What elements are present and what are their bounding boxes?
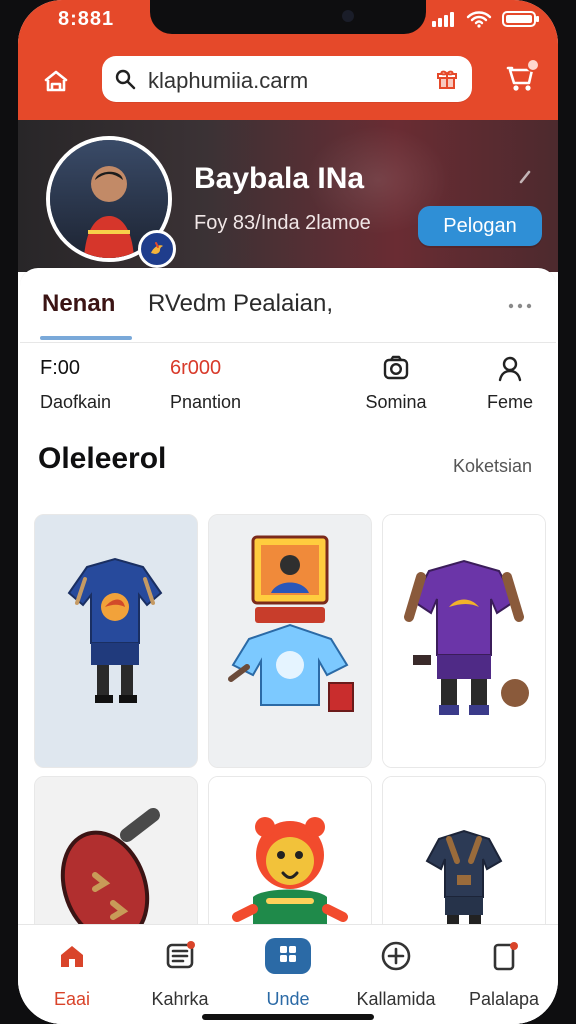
bottom-navigation: Eaai Kahrka Unde Kallamida Palalapa: [18, 924, 558, 1024]
product-tile[interactable]: [208, 514, 372, 768]
stat-value: 6r000: [170, 357, 222, 379]
profile-subtitle: Foy 83/Inda 2lamoe: [194, 212, 371, 234]
stats-row: F:00 Daofkain 6r000 Pnantion Somina Feme: [20, 350, 556, 430]
nav-item-bookmark[interactable]: Palalapa: [450, 935, 558, 1013]
tabs: Nenan RVedm Pealaian,: [20, 268, 556, 343]
content-card: Nenan RVedm Pealaian, F:00 Daofkain 6r00…: [20, 268, 556, 1024]
section-link[interactable]: Koketsian: [453, 456, 532, 477]
notification-dot: [526, 58, 540, 72]
cellular-signal-icon: [430, 10, 456, 33]
system-icons: [430, 10, 540, 33]
wifi-icon: [466, 10, 492, 33]
nav-item-grid[interactable]: Unde: [234, 935, 342, 1013]
nav-item-plus[interactable]: Kallamida: [342, 935, 450, 1013]
nav-label: Kahrka: [151, 989, 209, 1009]
nav-label: Palalapa: [468, 989, 540, 1009]
user-icon: [440, 354, 558, 382]
cart-icon[interactable]: [502, 58, 540, 96]
phone-frame: 8:881 klaphumiia.carm Baybala INa Foy 83…: [0, 0, 576, 1024]
profile-banner: Baybala INa Foy 83/Inda 2lamoe Pelogan: [18, 120, 558, 272]
nav-item-list[interactable]: Kahrka: [126, 935, 234, 1013]
device-notch: [150, 0, 426, 34]
battery-icon: [502, 10, 540, 33]
home-icon: [18, 935, 126, 977]
home-indicator: [202, 1014, 374, 1020]
search-input[interactable]: klaphumiia.carm: [148, 68, 308, 94]
tab-active[interactable]: Nenan: [42, 290, 115, 318]
stat-label: Feme: [486, 392, 533, 412]
team-badge-icon: [138, 230, 176, 268]
shop-icon[interactable]: [40, 66, 72, 98]
list-icon: [126, 935, 234, 977]
product-tile[interactable]: [34, 514, 198, 768]
stat-label: Daofkain: [40, 392, 112, 412]
nav-label: Kallamida: [356, 989, 436, 1009]
search-bar[interactable]: klaphumiia.carm: [102, 56, 472, 102]
status-bar: 8:881: [18, 0, 558, 44]
more-icon[interactable]: [506, 298, 534, 309]
gift-icon[interactable]: [434, 66, 460, 92]
tab-underline: [40, 336, 132, 340]
nav-item-home[interactable]: Eaai: [18, 935, 126, 1013]
tab-secondary[interactable]: RVedm Pealaian,: [148, 290, 333, 318]
plus-circle-icon: [342, 935, 450, 977]
stat-value: F:00: [40, 357, 81, 379]
top-bar: 8:881 klaphumiia.carm: [18, 0, 558, 120]
bookmark-icon: [450, 935, 558, 977]
product-grid: [34, 514, 546, 1024]
header: klaphumiia.carm: [18, 54, 558, 106]
search-icon: [114, 68, 136, 90]
status-time: 8:881: [58, 8, 115, 30]
app-screen: 8:881 klaphumiia.carm Baybala INa Foy 83…: [18, 0, 558, 1024]
camera-icon: [342, 10, 354, 22]
grid-icon: [234, 935, 342, 977]
stat-label: Pnantion: [170, 392, 242, 412]
profile-name: Baybala INa: [194, 162, 365, 195]
nav-label: Unde: [266, 989, 310, 1009]
nav-label: Eaai: [53, 989, 91, 1009]
profile-action-button[interactable]: Pelogan: [418, 206, 542, 246]
product-tile[interactable]: [382, 514, 546, 768]
stat-item[interactable]: Feme: [440, 354, 558, 413]
section-title: Oleleerol: [38, 442, 167, 475]
stat-item[interactable]: 6r000 Pnantion: [170, 354, 310, 413]
stat-item[interactable]: F:00 Daofkain: [40, 354, 180, 413]
chevron-right-icon[interactable]: [514, 166, 536, 188]
